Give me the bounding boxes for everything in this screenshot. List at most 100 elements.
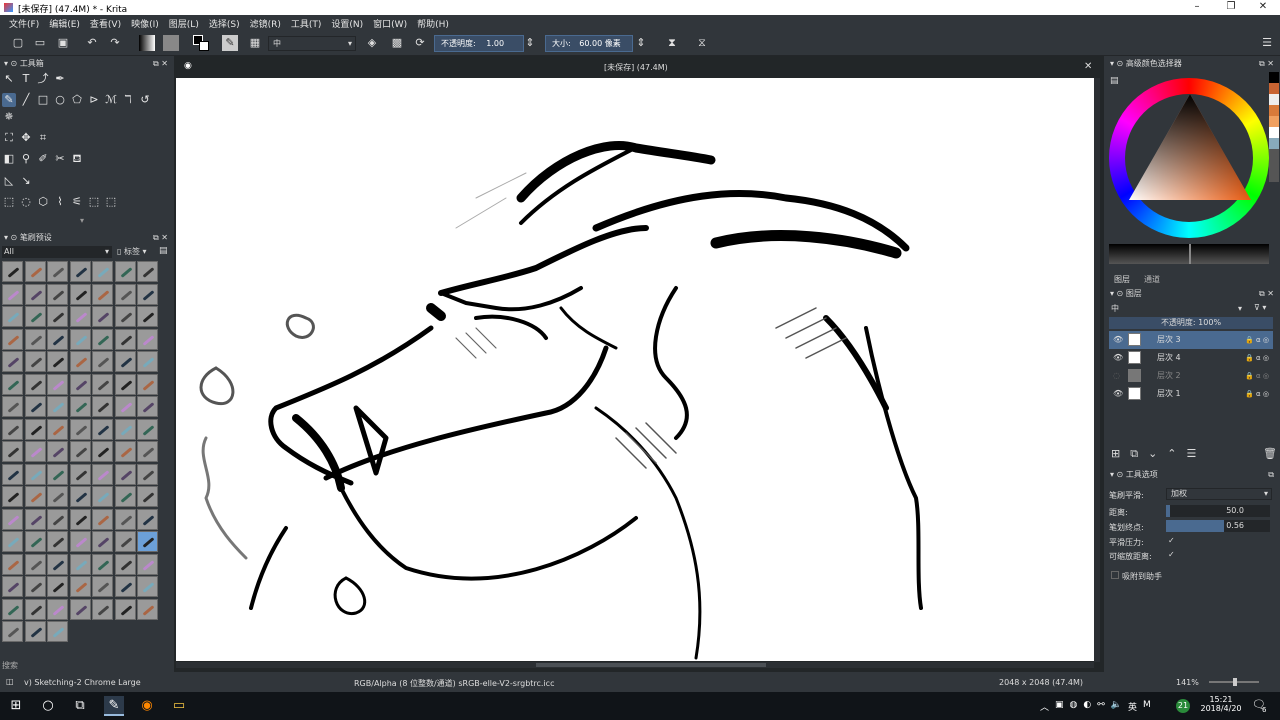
brush-preset-item[interactable]: [69, 576, 91, 597]
brush-preset-item[interactable]: [92, 418, 113, 440]
brush-preset-item[interactable]: [137, 598, 158, 620]
freehand-brush-icon[interactable]: ✎: [2, 93, 16, 107]
brush-preset-item[interactable]: [137, 396, 158, 417]
brush-preset-item[interactable]: [2, 463, 23, 485]
brush-preset-item[interactable]: [24, 328, 46, 350]
brush-preset-item[interactable]: [24, 508, 46, 530]
brush-preset-item[interactable]: [114, 508, 136, 530]
brush-preset-item[interactable]: [2, 576, 23, 597]
brush-preset-item[interactable]: [24, 373, 46, 395]
brush-preset-item[interactable]: [114, 328, 136, 350]
brush-preset-item[interactable]: [24, 441, 46, 462]
lock-icon[interactable]: 🔒 α ◎: [1245, 349, 1269, 367]
minimize-button[interactable]: –: [1180, 0, 1214, 15]
tray-up-icon[interactable]: ︿: [1040, 700, 1049, 713]
brush-preset-item[interactable]: [47, 463, 68, 485]
brush-preset-item[interactable]: [24, 598, 46, 620]
new-document-icon[interactable]: ▢: [10, 35, 26, 51]
ellipse-select-icon[interactable]: ◌: [19, 195, 33, 209]
eye-hidden-icon[interactable]: ◌: [1113, 367, 1120, 385]
brush-preset-item[interactable]: [24, 306, 46, 327]
brush-preset-item[interactable]: [114, 306, 136, 327]
brush-preset-item[interactable]: [2, 373, 23, 395]
undo-icon[interactable]: ↶: [84, 35, 100, 51]
delete-layer-icon[interactable]: 🗑: [1263, 447, 1277, 460]
bezier-select-icon[interactable]: ⬚: [104, 195, 118, 209]
tab-layers[interactable]: 图层: [1114, 274, 1130, 285]
bezier-tool-icon[interactable]: ℳ: [104, 93, 118, 107]
hue-ring[interactable]: [1109, 78, 1269, 238]
brush-preset-item[interactable]: [137, 306, 158, 327]
brush-preset-item[interactable]: [2, 621, 23, 642]
brush-preset-item[interactable]: [47, 508, 68, 530]
brush-preset-item[interactable]: [137, 351, 158, 372]
select-shapes-icon[interactable]: ↖: [2, 72, 16, 86]
workspace-icon[interactable]: ☰: [1259, 35, 1275, 51]
brush-preset-item[interactable]: [47, 306, 68, 327]
layer-blend-dropdown[interactable]: 中 ▾: [1109, 303, 1245, 315]
multibrush-icon[interactable]: ✵: [2, 110, 16, 124]
brush-preset-item[interactable]: [2, 486, 23, 507]
menu-filter[interactable]: 滤镜(R): [245, 15, 286, 30]
brush-preset-item[interactable]: [114, 441, 136, 462]
tray-app-icon[interactable]: ▣: [1055, 700, 1064, 713]
polygon-tool-icon[interactable]: ⬠: [70, 93, 84, 107]
brush-preset-item[interactable]: [47, 553, 68, 575]
transform-icon[interactable]: ⛶: [2, 131, 16, 145]
brush-preset-item[interactable]: [47, 328, 68, 350]
brush-preset-item[interactable]: [92, 508, 113, 530]
brush-preset-item[interactable]: [69, 418, 91, 440]
brush-preset-item[interactable]: [137, 328, 158, 350]
search-icon[interactable]: ○: [38, 696, 58, 716]
text-tool-icon[interactable]: T: [19, 72, 33, 86]
lock-icon[interactable]: 🔒 α ◎: [1245, 331, 1269, 349]
brush-preset-item[interactable]: [2, 598, 23, 620]
line-tool-icon[interactable]: ╱: [19, 93, 33, 107]
scalable-distance-checkbox[interactable]: ✓: [1168, 550, 1175, 559]
brush-preset-item[interactable]: [24, 621, 46, 642]
collapse-arrow-icon[interactable]: ▾: [80, 216, 84, 225]
brush-preset-item[interactable]: [47, 261, 68, 282]
brush-preset-item[interactable]: [137, 486, 158, 507]
brush-preset-item[interactable]: [69, 306, 91, 327]
brush-preset-item[interactable]: [137, 373, 158, 395]
menu-help[interactable]: 帮助(H): [412, 15, 454, 30]
reload-preset-icon[interactable]: ⟳: [412, 35, 428, 51]
fill-tool-icon[interactable]: ✂: [53, 152, 67, 166]
tray-badge[interactable]: 21: [1176, 699, 1190, 713]
blend-mode-dropdown[interactable]: 中 ▾: [268, 36, 356, 51]
chrome-taskbar-icon[interactable]: ◉: [137, 696, 157, 716]
brush-preset-item[interactable]: [92, 598, 113, 620]
brush-preset-item[interactable]: [47, 441, 68, 462]
volume-icon[interactable]: 🔈: [1111, 700, 1122, 713]
menu-window[interactable]: 窗口(W): [368, 15, 412, 30]
brush-preset-item[interactable]: [137, 418, 158, 440]
edit-shapes-icon[interactable]: ⤴: [36, 72, 50, 86]
eye-icon[interactable]: 👁: [1113, 349, 1123, 367]
brush-preset-item[interactable]: [92, 531, 113, 552]
brush-preset-item[interactable]: [24, 283, 46, 305]
distance-slider[interactable]: 50.0: [1166, 505, 1270, 517]
add-layer-icon[interactable]: ⊞: [1111, 447, 1120, 461]
size-stepper[interactable]: ⇕: [636, 35, 646, 51]
brush-preset-item[interactable]: [24, 463, 46, 485]
brush-preset-item[interactable]: [92, 283, 113, 305]
stroke-end-slider[interactable]: 0.56: [1166, 520, 1270, 532]
color-settings-icon[interactable]: ▤: [1110, 76, 1119, 86]
preset-view-icon[interactable]: ▤: [159, 246, 168, 256]
brush-preset-item[interactable]: [2, 306, 23, 327]
move-up-icon[interactable]: ⌃: [1167, 447, 1176, 461]
freehand-path-icon[interactable]: ℸ: [121, 93, 135, 107]
brush-preset-item[interactable]: [47, 351, 68, 372]
tray-app3-icon[interactable]: ◐: [1083, 700, 1091, 713]
brush-preset-item[interactable]: [69, 283, 91, 305]
layer-filter-icon[interactable]: ⊽ ▾: [1254, 303, 1266, 312]
brush-preset-item[interactable]: [92, 261, 113, 282]
brush-preset-item[interactable]: [114, 598, 136, 620]
polyline-tool-icon[interactable]: ⊳: [87, 93, 101, 107]
menu-settings[interactable]: 设置(N): [326, 15, 368, 30]
smoothing-dropdown[interactable]: 加权 ▾: [1166, 488, 1272, 500]
ellipse-tool-icon[interactable]: ○: [53, 93, 67, 107]
assistant-tool-icon[interactable]: ↘: [19, 174, 33, 188]
brush-preset-item[interactable]: [114, 576, 136, 597]
